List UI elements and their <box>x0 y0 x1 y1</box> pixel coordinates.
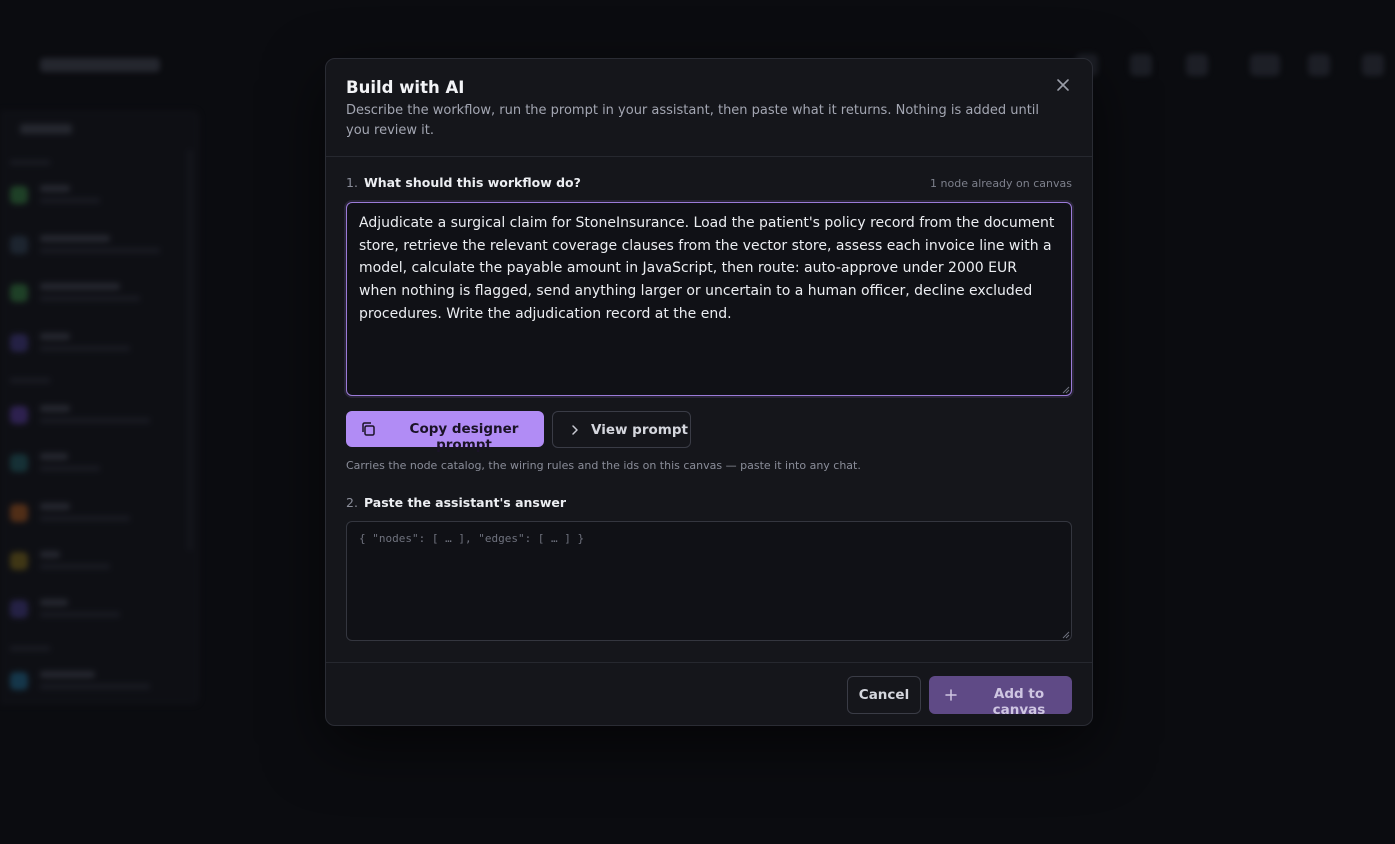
background-list-item <box>10 230 170 264</box>
copy-icon <box>362 422 375 436</box>
resize-handle-icon[interactable] <box>1062 386 1070 394</box>
view-prompt-button[interactable]: View prompt <box>552 411 691 448</box>
prompt-hint: Carries the node catalog, the wiring rul… <box>346 459 861 472</box>
background-sidebar <box>0 110 200 705</box>
dialog-footer: Cancel Add to canvas <box>326 662 1092 725</box>
assistant-answer-input[interactable] <box>346 521 1072 641</box>
step-1-text: What should this workflow do? <box>363 175 581 190</box>
background-list-item <box>10 546 170 580</box>
background-list-item <box>10 278 170 312</box>
background-title <box>40 58 160 72</box>
background-list-item <box>10 180 170 214</box>
plus-icon <box>945 689 957 701</box>
chevron-right-icon <box>572 425 578 435</box>
add-to-canvas-button[interactable]: Add to canvas <box>929 676 1072 718</box>
step-2-number: 2. <box>346 495 358 510</box>
dialog-header: Build with AI Describe the workflow, run… <box>326 59 1092 157</box>
step-2-label: 2. Paste the assistant's answer <box>346 495 566 510</box>
workflow-description-input[interactable]: Adjudicate a surgical claim for StoneIns… <box>346 202 1072 396</box>
background-group-label <box>10 646 50 651</box>
background-group-label <box>10 378 50 383</box>
background-tool <box>1250 54 1280 76</box>
close-icon <box>1057 79 1069 91</box>
step-2-text: Paste the assistant's answer <box>363 495 567 510</box>
background-scrollbar <box>188 150 192 550</box>
background-list-item <box>10 666 170 700</box>
resize-handle-icon[interactable] <box>1062 631 1070 639</box>
background-group-label <box>10 160 50 165</box>
dialog-title: Build with AI <box>346 78 465 97</box>
background-tool <box>1130 54 1152 76</box>
background-list-item <box>10 328 170 362</box>
background-sidebar-header <box>20 124 72 134</box>
step-1-number: 1. <box>346 175 358 190</box>
background-list-item <box>10 400 170 434</box>
background-list-item <box>10 498 170 532</box>
add-to-canvas-label: Add to canvas <box>992 686 1046 718</box>
background-tool <box>1186 54 1208 76</box>
copy-designer-prompt-label: Copy designer prompt <box>409 421 519 453</box>
background-tool <box>1362 54 1384 76</box>
step-1-label: 1. What should this workflow do? <box>346 175 581 190</box>
background-list-item <box>10 594 170 628</box>
copy-designer-prompt-button[interactable]: Copy designer prompt <box>346 411 544 453</box>
cancel-button[interactable]: Cancel <box>847 676 921 714</box>
view-prompt-label: View prompt <box>591 422 688 438</box>
background-list-item <box>10 448 170 482</box>
dialog-description: Describe the workflow, run the prompt in… <box>346 103 1040 138</box>
build-with-ai-dialog: Build with AI Describe the workflow, run… <box>325 58 1093 726</box>
node-count: 1 node already on canvas <box>930 177 1072 190</box>
background-tool <box>1308 54 1330 76</box>
close-button[interactable] <box>1053 75 1073 95</box>
